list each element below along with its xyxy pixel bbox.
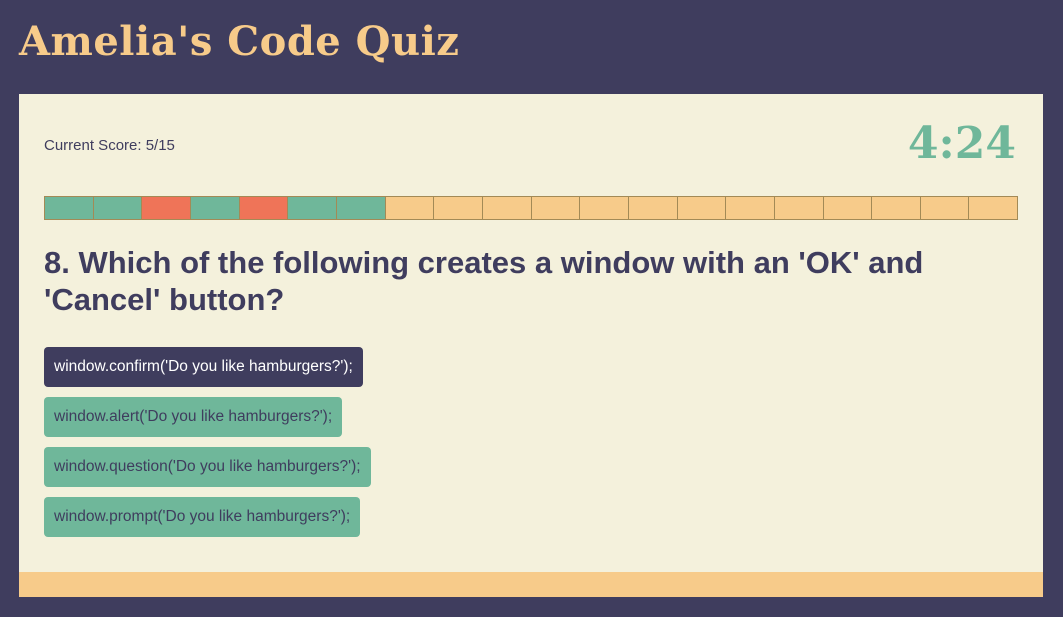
quiz-panel: Current Score: 5/15 4:24 8. Which of the…: [19, 94, 1043, 572]
current-score: Current Score: 5/15: [44, 137, 175, 154]
footer-bar: [19, 572, 1043, 597]
progress-segment-13: [628, 197, 678, 219]
progress-segment-5: [239, 197, 289, 219]
progress-segment-6: [288, 197, 337, 219]
progress-segment-15: [726, 197, 775, 219]
progress-segment-7: [336, 197, 386, 219]
progress-segment-10: [482, 197, 532, 219]
progress-segment-8: [385, 197, 435, 219]
progress-segment-11: [531, 197, 581, 219]
progress-segment-14: [677, 197, 727, 219]
progress-bar: [44, 196, 1018, 220]
progress-segment-1: [45, 197, 94, 219]
progress-segment-17: [823, 197, 873, 219]
answer-list: window.confirm('Do you like hamburgers?'…: [44, 347, 371, 547]
app-title: Amelia's Code Quiz: [19, 18, 460, 65]
progress-segment-9: [434, 197, 483, 219]
answer-option-prompt[interactable]: window.prompt('Do you like hamburgers?')…: [44, 497, 361, 537]
countdown-timer: 4:24: [907, 118, 1016, 169]
question-text: 8. Which of the following creates a wind…: [44, 245, 924, 317]
progress-segment-3: [142, 197, 191, 219]
progress-segment-16: [774, 197, 824, 219]
answer-option-alert[interactable]: window.alert('Do you like hamburgers?');: [44, 397, 343, 437]
answer-option-question[interactable]: window.question('Do you like hamburgers?…: [44, 447, 371, 487]
progress-segment-2: [93, 197, 143, 219]
progress-segment-12: [580, 197, 629, 219]
progress-segment-18: [872, 197, 921, 219]
answer-option-confirm[interactable]: window.confirm('Do you like hamburgers?'…: [44, 347, 363, 387]
progress-segment-19: [920, 197, 970, 219]
progress-segment-4: [190, 197, 240, 219]
progress-segment-20: [969, 197, 1018, 219]
